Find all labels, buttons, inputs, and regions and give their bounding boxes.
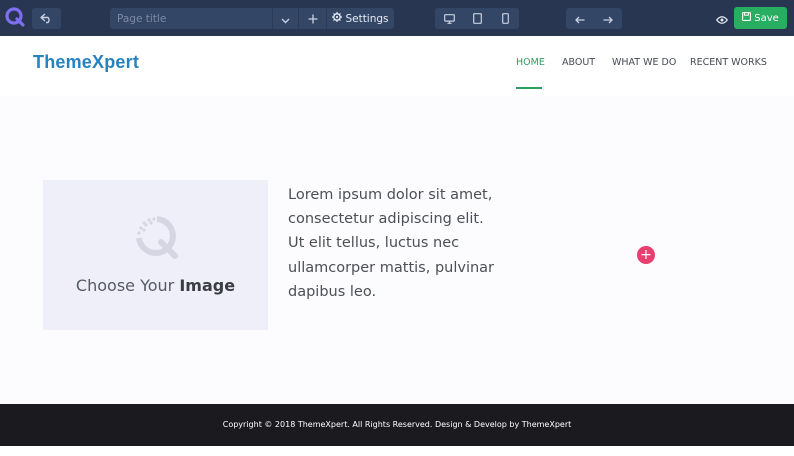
nav-item-home[interactable]: HOME	[516, 57, 545, 68]
tablet-icon	[472, 9, 482, 28]
add-page-button[interactable]	[298, 8, 326, 29]
site-logo[interactable]: ThemeXpert	[33, 52, 139, 73]
site-header: ThemeXpert HOME ABOUT WHAT WE DO RECENT …	[0, 36, 794, 96]
nav-item-recent-works[interactable]: RECENT WORKS	[690, 57, 767, 68]
site-footer: Copyright © 2018 ThemeXpert. All Rights …	[0, 404, 794, 446]
page-title-input[interactable]	[110, 8, 272, 29]
tablet-view-button[interactable]	[463, 8, 491, 29]
arrow-left-icon	[575, 9, 585, 28]
settings-label: Settings	[345, 12, 389, 25]
settings-button[interactable]: Settings	[326, 8, 394, 29]
save-button[interactable]: Save	[734, 7, 787, 29]
body-paragraph: Lorem ipsum dolor sit amet, consectetur …	[288, 187, 495, 300]
page-title-dropdown-button[interactable]	[272, 8, 298, 29]
history-back-button[interactable]	[566, 8, 594, 29]
save-icon	[742, 12, 752, 24]
gear-icon	[332, 12, 343, 25]
quix-logo-icon[interactable]	[4, 6, 26, 28]
preview-button[interactable]	[711, 8, 733, 29]
page-bottom-edge	[0, 446, 794, 456]
plus-icon	[308, 9, 318, 28]
undo-icon	[40, 9, 53, 28]
desktop-view-button[interactable]	[435, 8, 463, 29]
chevron-down-icon	[281, 9, 290, 28]
editor-toolbar: Settings Save	[0, 0, 794, 36]
arrow-right-icon	[603, 9, 613, 28]
desktop-icon	[443, 9, 455, 28]
undo-button[interactable]	[32, 8, 61, 29]
active-nav-indicator	[516, 87, 542, 89]
mobile-view-button[interactable]	[491, 8, 519, 29]
quix-placeholder-icon	[130, 211, 184, 265]
nav-item-about[interactable]: ABOUT	[562, 57, 595, 68]
mobile-icon	[501, 9, 509, 28]
image-placeholder-label: Choose Your Image	[75, 276, 236, 295]
eye-icon	[715, 9, 729, 28]
copyright-text: Copyright © 2018 ThemeXpert. All Rights …	[222, 420, 572, 429]
add-element-button[interactable]: +	[637, 246, 655, 264]
nav-item-what-we-do[interactable]: WHAT WE DO	[612, 57, 676, 68]
save-label: Save	[754, 12, 779, 24]
image-placeholder[interactable]: Choose Your Image	[43, 180, 268, 330]
history-forward-button[interactable]	[594, 8, 622, 29]
